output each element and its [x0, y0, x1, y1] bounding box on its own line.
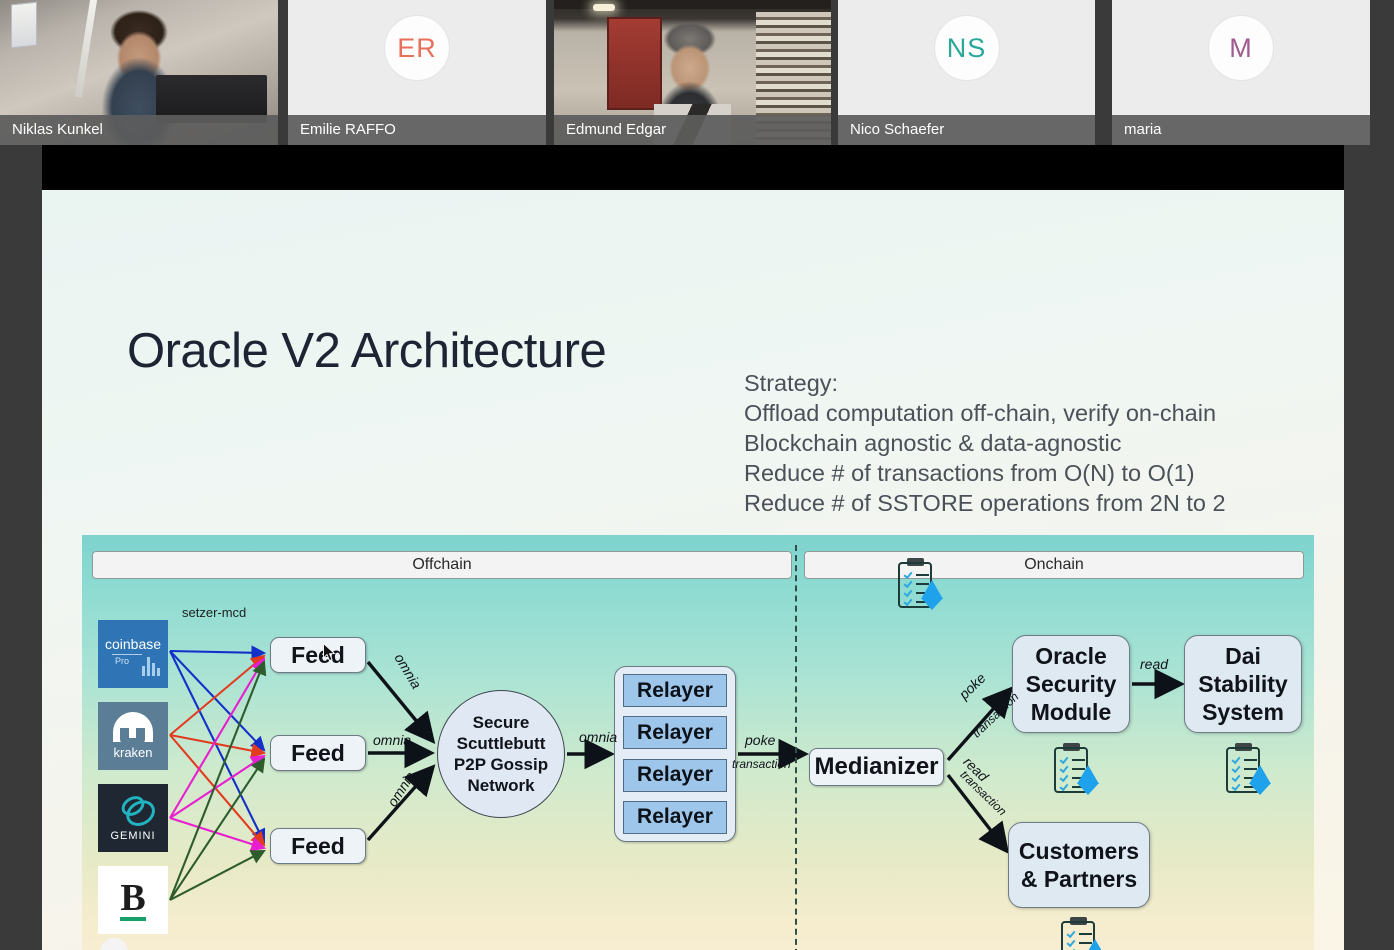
avatar: M	[1208, 15, 1274, 81]
secure-scuttlebutt-gossip-network-node[interactable]: Secure Scuttlebutt P2P Gossip Network	[437, 690, 565, 818]
medianizer-node[interactable]: Medianizer	[809, 748, 944, 786]
participant-name-label: Edmund Edgar	[554, 115, 831, 145]
osm-line-2: Security	[1025, 671, 1117, 697]
relayer-node-3[interactable]: Relayer	[623, 758, 727, 792]
dss-line-3: System	[1202, 699, 1284, 725]
relayer-node-4[interactable]: Relayer	[623, 800, 727, 834]
strategy-line-3: Reduce # of transactions from O(N) to O(…	[744, 460, 1195, 486]
customers-line-2: & Partners	[1020, 866, 1138, 892]
avatar-initials: M	[1229, 32, 1253, 63]
participant-name-label: Nico Schaefer	[838, 115, 1095, 145]
avatar-initials: ER	[397, 32, 437, 63]
presentation-slide: Oracle V2 Architecture Strategy: Offload…	[42, 190, 1344, 950]
oracle-security-module-node[interactable]: Oracle Security Module	[1012, 635, 1130, 733]
edge-label-omnia-4: omnia	[579, 729, 618, 745]
avatar-initials: NS	[946, 32, 987, 63]
relayer-node-2[interactable]: Relayer	[623, 716, 727, 750]
osm-line-1: Oracle	[1035, 643, 1107, 669]
ethereum-icon	[1077, 765, 1099, 795]
smart-contract-icon	[1222, 742, 1271, 796]
participant-filmstrip: Niklas Kunkel ER Emilie RAFFO Edmund Edg…	[0, 0, 1394, 145]
gemini-logo-text: GEMINI	[110, 830, 156, 842]
osm-line-3: Module	[1030, 699, 1112, 725]
edge-label-omnia-2: omnia	[373, 732, 412, 748]
mouse-cursor	[323, 643, 336, 662]
edge-label-transaction-1: transaction	[732, 757, 791, 771]
edge-label-omnia-1: omnia	[391, 650, 425, 692]
avatar: NS	[933, 15, 1000, 81]
onchain-header: Onchain	[804, 551, 1304, 579]
strategy-heading: Strategy:	[744, 370, 839, 396]
ethereum-icon	[1249, 765, 1271, 795]
strategy-line-1: Offload computation off-chain, verify on…	[744, 400, 1217, 426]
offchain-onchain-divider	[795, 545, 797, 950]
relayer-node-1[interactable]: Relayer	[623, 674, 727, 707]
participant-tile-edmund-edgar[interactable]: Edmund Edgar	[554, 0, 831, 145]
participant-name-label: Niklas Kunkel	[0, 115, 278, 145]
feed-node-2[interactable]: Feed	[270, 735, 366, 771]
coinbase-bars-icon	[142, 654, 160, 676]
bitstamp-logo: B	[98, 866, 168, 934]
participant-tile-emilie-raffo[interactable]: ER Emilie RAFFO	[288, 0, 546, 145]
ssb-line-1: Secure	[472, 713, 530, 732]
kraken-squid-icon	[113, 712, 153, 752]
feed-node-1[interactable]: Feed	[270, 637, 366, 673]
setzer-mcd-label: setzer-mcd	[182, 605, 247, 620]
offchain-header: Offchain	[92, 551, 792, 579]
coinbase-pro-logo: coinbase Pro	[98, 620, 168, 688]
edge-label-omnia-3: omnia	[383, 768, 419, 810]
dss-line-1: Dai	[1225, 643, 1261, 669]
edge-label-poke-1: poke	[745, 732, 776, 748]
participant-tile-nico-schaefer[interactable]: NS Nico Schaefer	[838, 0, 1095, 145]
strategy-line-2: Blockchain agnostic & data-agnostic	[744, 430, 1122, 456]
ethereum-icon	[1084, 939, 1106, 950]
screen-share-region[interactable]: Oracle V2 Architecture Strategy: Offload…	[42, 145, 1344, 950]
smart-contract-icon	[1050, 742, 1099, 796]
gemini-mark-icon	[118, 792, 148, 820]
dai-stability-system-node[interactable]: Dai Stability System	[1184, 635, 1302, 733]
customers-line-1: Customers	[1018, 838, 1140, 864]
coinbase-logo-text: coinbase	[104, 636, 162, 652]
participant-name-label: Emilie RAFFO	[288, 115, 546, 145]
participant-tile-maria[interactable]: M maria	[1112, 0, 1370, 145]
gemini-logo: GEMINI	[98, 784, 168, 852]
customers-and-partners-node[interactable]: Customers & Partners	[1008, 822, 1150, 908]
smart-contract-icon	[894, 557, 943, 611]
edge-label-read-2: read	[1140, 656, 1169, 672]
smart-contract-icon	[1057, 916, 1106, 950]
kraken-logo: kraken	[98, 702, 168, 770]
ethereum-icon	[921, 580, 943, 610]
ssb-line-4: Network	[467, 776, 535, 795]
strategy-text-block: Strategy: Offload computation off-chain,…	[744, 368, 1324, 518]
participant-name-label: maria	[1112, 115, 1370, 145]
architecture-diagram: Offchain Onchain coinbase Pro kraken GEM…	[82, 535, 1314, 950]
zoom-meeting-window: Niklas Kunkel ER Emilie RAFFO Edmund Edg…	[0, 0, 1394, 950]
kraken-logo-text: kraken	[113, 745, 153, 760]
coinbase-logo-subtext: Pro	[114, 656, 129, 666]
page-title: Oracle V2 Architecture	[127, 324, 607, 378]
feed-node-3[interactable]: Feed	[270, 828, 366, 864]
participant-tile-niklas-kunkel[interactable]: Niklas Kunkel	[0, 0, 278, 145]
avatar: ER	[384, 15, 450, 81]
strategy-line-4: Reduce # of SSTORE operations from 2N to…	[744, 490, 1226, 516]
edge-label-poke-2: poke	[955, 669, 989, 703]
relayer-group: Relayer Relayer Relayer Relayer	[614, 666, 736, 842]
dss-line-2: Stability	[1198, 671, 1288, 697]
bitstamp-logo-text: B	[120, 877, 146, 919]
ssb-line-2: Scuttlebutt	[456, 734, 546, 753]
ssb-line-3: P2P Gossip	[453, 755, 549, 774]
